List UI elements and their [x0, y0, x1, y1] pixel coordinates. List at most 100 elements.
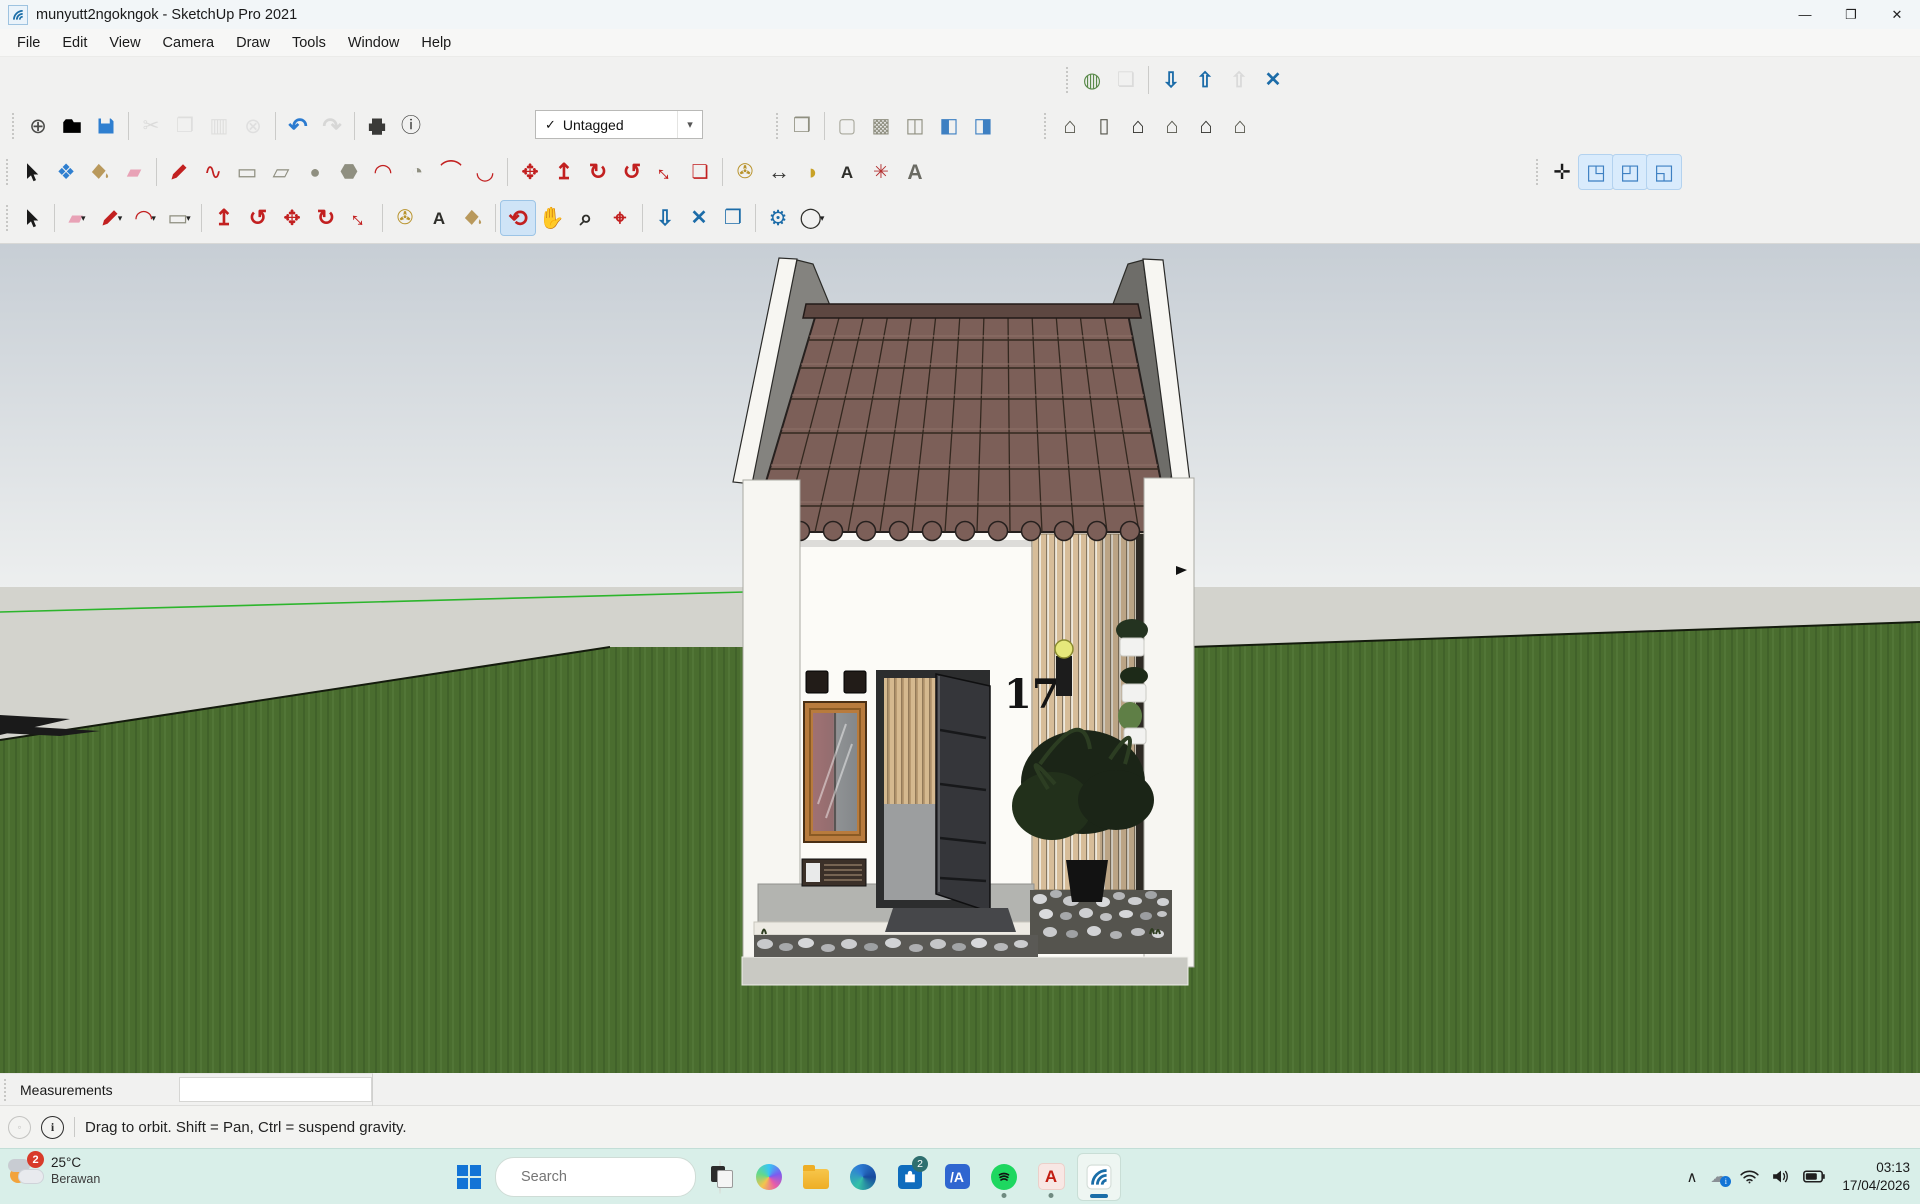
top-view-button[interactable]: ▯: [1087, 109, 1121, 143]
minimize-button[interactable]: —: [1782, 0, 1828, 29]
orbit-button[interactable]: ⟲: [501, 201, 535, 235]
rectangle-button[interactable]: ▭▾: [162, 201, 196, 235]
arc-button[interactable]: ◠: [366, 155, 400, 189]
zoom-button[interactable]: ⌕: [569, 201, 603, 235]
arc-button[interactable]: ◠▾: [128, 201, 162, 235]
right-view-button[interactable]: ⌂: [1155, 109, 1189, 143]
add-location-button[interactable]: ◍: [1075, 63, 1109, 97]
scale-button[interactable]: ↔: [343, 201, 377, 235]
menu-help[interactable]: Help: [410, 31, 462, 55]
pie-button[interactable]: ◔: [400, 155, 434, 189]
monochrome-button[interactable]: ❒: [785, 109, 819, 143]
new-button[interactable]: ⊕: [21, 109, 55, 143]
move-button[interactable]: ✥: [513, 155, 547, 189]
offset-button[interactable]: ❏: [683, 155, 717, 189]
shaded-with-textures-button[interactable]: ◨: [966, 109, 1000, 143]
archicad-button[interactable]: /A: [936, 1154, 978, 1200]
spotify-button[interactable]: [983, 1154, 1025, 1200]
tag-dropdown[interactable]: ✓ Untagged ▾: [535, 110, 703, 139]
shaded-button[interactable]: ◧: [932, 109, 966, 143]
onedrive-icon[interactable]: ☁i: [1710, 1167, 1727, 1187]
microsoft-store-button[interactable]: 2: [889, 1154, 931, 1200]
back-edges-button[interactable]: ▩: [864, 109, 898, 143]
menu-view[interactable]: View: [98, 31, 151, 55]
rotate-button[interactable]: ↻: [309, 201, 343, 235]
line-button[interactable]: [162, 155, 196, 189]
measurements-input[interactable]: [179, 1077, 372, 1102]
eraser-button[interactable]: ▰▾: [60, 201, 94, 235]
close-button[interactable]: ✕: [1874, 0, 1920, 29]
geolocate-icon[interactable]: ◦: [8, 1116, 31, 1139]
rotate-button[interactable]: ↻: [581, 155, 615, 189]
sketchup-taskbar-button[interactable]: [1077, 1153, 1121, 1201]
menu-camera[interactable]: Camera: [152, 31, 226, 55]
follow-me-button[interactable]: ↺: [241, 201, 275, 235]
circle-button[interactable]: ●: [298, 155, 332, 189]
scale-button[interactable]: ↔: [649, 155, 683, 189]
polygon-button[interactable]: ⬣: [332, 155, 366, 189]
search-input[interactable]: [519, 1168, 710, 1186]
save-button[interactable]: [89, 109, 123, 143]
print-button[interactable]: [360, 109, 394, 143]
menu-window[interactable]: Window: [337, 31, 411, 55]
two-point-arc-button[interactable]: ⌒: [434, 155, 468, 189]
wifi-icon[interactable]: [1740, 1169, 1759, 1184]
restore-button[interactable]: ❐: [1828, 0, 1874, 29]
back-view-button[interactable]: ⌂: [1189, 109, 1223, 143]
select-button[interactable]: [15, 201, 49, 235]
battery-icon[interactable]: [1803, 1170, 1825, 1183]
pan-button[interactable]: ✋: [535, 201, 569, 235]
info-icon[interactable]: i: [41, 1116, 64, 1139]
undo-button[interactable]: ↶: [281, 109, 315, 143]
display-section-cuts-button[interactable]: ◰: [1613, 155, 1647, 189]
tape-measure-button[interactable]: ✇: [388, 201, 422, 235]
model-viewport[interactable]: 17: [0, 244, 1920, 1073]
start-button[interactable]: [448, 1154, 490, 1200]
manage-extensions-button[interactable]: ⚙: [761, 201, 795, 235]
rotated-rectangle-button[interactable]: ▱: [264, 155, 298, 189]
protractor-button[interactable]: ◗: [796, 155, 830, 189]
share-model-button[interactable]: ⇧: [1188, 63, 1222, 97]
autocad-button[interactable]: A: [1030, 1154, 1072, 1200]
menu-draw[interactable]: Draw: [225, 31, 281, 55]
paint-bucket-button[interactable]: [83, 155, 117, 189]
house-model[interactable]: 17: [733, 258, 1194, 985]
tape-measure-button[interactable]: ✇: [728, 155, 762, 189]
display-section-planes-button[interactable]: ◳: [1579, 155, 1613, 189]
dimension-button[interactable]: ↔: [762, 155, 796, 189]
x-ray-button[interactable]: ▢: [830, 109, 864, 143]
left-view-button[interactable]: ⌂: [1223, 109, 1257, 143]
account-button[interactable]: ◯▾: [795, 201, 829, 235]
text-button[interactable]: A: [422, 201, 456, 235]
push-pull-button[interactable]: ↥: [207, 201, 241, 235]
open-button[interactable]: [55, 109, 89, 143]
clock[interactable]: 03:13 17/04/2026: [1842, 1159, 1910, 1194]
text-button[interactable]: A: [830, 155, 864, 189]
model-info-button[interactable]: ⓘ: [394, 109, 428, 143]
iso-view-button[interactable]: ⌂: [1053, 109, 1087, 143]
file-explorer-button[interactable]: [795, 1154, 837, 1200]
freehand-button[interactable]: ∿: [196, 155, 230, 189]
task-view-button[interactable]: [701, 1154, 743, 1200]
copilot-button[interactable]: [748, 1154, 790, 1200]
weather-widget[interactable]: 2 25°C Berawan: [8, 1153, 100, 1189]
north-compass-button[interactable]: ✛: [1545, 155, 1579, 189]
paint-bucket-button[interactable]: [456, 201, 490, 235]
zoom-extents-button[interactable]: ⌖: [603, 201, 637, 235]
get-models-button[interactable]: ⇩: [1154, 63, 1188, 97]
3d-text-button[interactable]: A: [898, 155, 932, 189]
send-to-layout-button[interactable]: ❐: [716, 201, 750, 235]
extension-warehouse-button[interactable]: ✕: [1256, 63, 1290, 97]
edge-button[interactable]: [842, 1154, 884, 1200]
hidden-line-button[interactable]: ◫: [898, 109, 932, 143]
line-button[interactable]: ▾: [94, 201, 128, 235]
eraser-button[interactable]: ▰: [117, 155, 151, 189]
follow-me-button[interactable]: ↺: [615, 155, 649, 189]
extension-warehouse-button[interactable]: ✕: [682, 201, 716, 235]
search-box[interactable]: [495, 1157, 696, 1197]
rectangle-button[interactable]: ▭: [230, 155, 264, 189]
menu-tools[interactable]: Tools: [281, 31, 337, 55]
tray-expand-icon[interactable]: ∧: [1686, 1168, 1697, 1186]
three-point-arc-button[interactable]: ◡: [468, 155, 502, 189]
select-button[interactable]: [15, 155, 49, 189]
